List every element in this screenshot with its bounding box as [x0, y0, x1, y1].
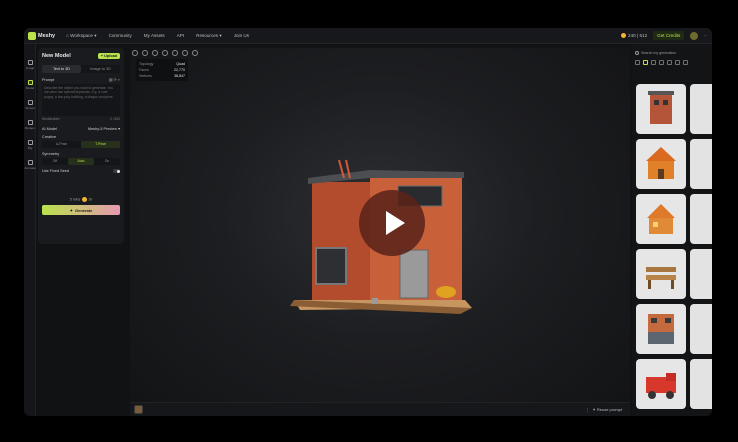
gallery-item-orange-house[interactable]	[636, 139, 686, 189]
prompt-input[interactable]: Describe the object you want to generate…	[42, 84, 120, 116]
prompt-label: Prompt	[42, 77, 55, 82]
grid-view-icon[interactable]	[643, 60, 648, 65]
generate-button[interactable]: ✦ Generate	[42, 205, 120, 215]
prompt-tools-icon[interactable]: ▦ ⟳ ≡	[109, 77, 120, 82]
tab-text-to-3d[interactable]: Text to 3D	[42, 65, 81, 73]
gallery-item-orange-house-2[interactable]	[636, 194, 686, 244]
credit-cost-line: 5 mins 10	[69, 197, 93, 202]
brick-building-thumb	[648, 91, 674, 124]
rail-item-animate[interactable]: Animate	[24, 160, 36, 170]
rail-item-retopo[interactable]: Retopo	[24, 120, 36, 130]
list-view-icon[interactable]	[651, 60, 656, 65]
nav-api[interactable]: API	[177, 33, 184, 38]
model-thumbnail[interactable]	[134, 405, 143, 414]
rail-item-rig[interactable]: Rig	[24, 140, 36, 150]
more-options-icon[interactable]: ⋮	[585, 407, 589, 412]
nav-join-us[interactable]: Join Us	[234, 33, 249, 38]
panel-title: New Model	[42, 53, 71, 59]
viewport-footer: ⋮ ✦ Reuse prompt	[130, 402, 630, 416]
gallery-item-partial-1[interactable]	[690, 84, 712, 134]
image-icon	[27, 60, 33, 65]
prompt-char-count: 0 / 800	[110, 117, 120, 121]
app-window: Meshy ⌂ Workspace ▾ Community My Assets …	[24, 28, 712, 416]
image-filter-icon[interactable]	[659, 60, 664, 65]
reuse-prompt-button[interactable]: ✦ Reuse prompt	[592, 407, 622, 412]
sort-icon[interactable]	[675, 60, 680, 65]
generation-gallery: Search my generation	[632, 44, 712, 416]
orange-house-2-thumb	[647, 204, 675, 234]
park-bench-thumb	[646, 267, 676, 289]
user-avatar[interactable]	[690, 31, 699, 40]
gallery-search[interactable]: Search my generation	[635, 49, 709, 56]
gallery-item-park-bench[interactable]	[636, 249, 686, 299]
bone-icon	[27, 140, 33, 145]
refresh-icon[interactable]	[683, 60, 688, 65]
logo-icon	[28, 31, 36, 40]
prompt-style[interactable]: Worldbuilder	[42, 117, 60, 121]
gallery-filters	[635, 60, 709, 65]
text-filter-icon[interactable]	[667, 60, 672, 65]
rail-item-model[interactable]: Model	[24, 80, 36, 90]
brand-name: Meshy	[38, 32, 56, 39]
nav-community[interactable]: Community	[109, 33, 132, 38]
sparkle-icon: ✦	[69, 207, 73, 213]
run-icon	[27, 160, 33, 165]
gallery-item-brick-building[interactable]	[636, 84, 686, 134]
shop-building-thumb	[648, 314, 674, 344]
nav-resources[interactable]: Resources ▾	[196, 33, 222, 39]
ai-model-select[interactable]: Meshy-5 Preview ▾	[88, 126, 120, 131]
top-bar: Meshy ⌂ Workspace ▾ Community My Assets …	[24, 28, 712, 44]
mode-tabs: Text to 3D Image to 3D	[42, 65, 120, 73]
gallery-item-shop-building[interactable]	[636, 304, 686, 354]
symmetry-auto[interactable]: Auto	[68, 158, 94, 165]
fixed-seed-label: Use Fixed Seed	[42, 169, 70, 173]
model-viewport[interactable]: Topology Quad Faces 22,770 Vertices 38,847 …	[130, 48, 630, 416]
generation-panel: New Model + Upload Text to 3D Image to 3…	[38, 48, 124, 244]
symmetry-on[interactable]: On	[94, 158, 120, 165]
brush-icon	[27, 100, 33, 105]
get-credits-button[interactable]: Get Credits	[653, 31, 685, 40]
video-play-button[interactable]	[359, 190, 425, 256]
gallery-item-partial-2[interactable]	[690, 139, 712, 189]
left-rail: Image Model Texture Retopo Rig Animate	[24, 44, 36, 416]
rail-item-image[interactable]: Image	[24, 60, 36, 70]
mesh-icon	[27, 120, 33, 125]
filter-icon[interactable]	[635, 60, 640, 65]
coin-icon	[621, 33, 627, 38]
pose-selector: A-Pose T-Pose	[42, 141, 120, 148]
upload-button[interactable]: + Upload	[97, 53, 120, 59]
symmetry-label: Symmetry	[42, 152, 60, 156]
search-icon	[635, 50, 639, 55]
nav-my-assets[interactable]: My Assets	[144, 33, 165, 38]
orange-house-thumb	[646, 147, 676, 179]
rail-item-texture[interactable]: Texture	[24, 100, 36, 110]
symmetry-off[interactable]: Off	[42, 158, 68, 165]
pose-t-option[interactable]: T-Pose	[81, 141, 120, 148]
creative-label: Creative	[42, 135, 57, 139]
brand-logo[interactable]: Meshy	[28, 31, 60, 40]
tab-image-to-3d[interactable]: Image to 3D	[81, 65, 120, 73]
more-icon[interactable]: ◦	[704, 33, 706, 38]
fire-truck-thumb	[646, 373, 676, 399]
ai-model-label: AI Model	[42, 126, 57, 131]
gallery-item-partial-4[interactable]	[690, 249, 712, 299]
coin-icon	[82, 197, 88, 202]
symmetry-selector: Off Auto On	[42, 158, 120, 165]
fixed-seed-toggle[interactable]	[113, 169, 120, 173]
credits-counter: 240 | 612	[621, 33, 647, 38]
gallery-item-fire-truck[interactable]	[636, 359, 686, 409]
gallery-item-partial-6[interactable]	[690, 359, 712, 409]
cube-icon	[27, 80, 33, 85]
gallery-item-partial-3[interactable]	[690, 194, 712, 244]
pose-a-option[interactable]: A-Pose	[42, 141, 81, 148]
gallery-item-partial-5[interactable]	[690, 304, 712, 354]
workspace-menu[interactable]: ⌂ Workspace ▾	[66, 33, 97, 39]
